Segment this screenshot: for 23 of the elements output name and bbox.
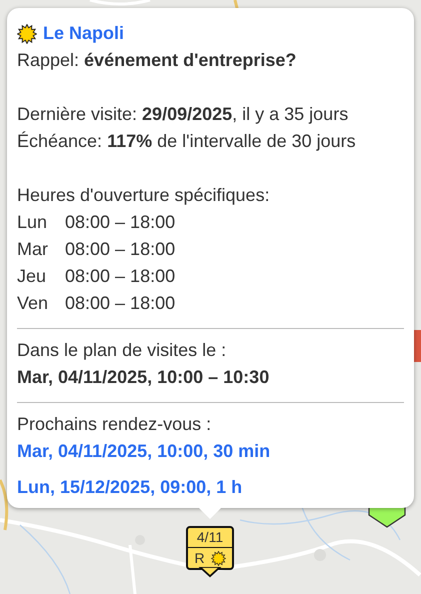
marker-letter: R [194,549,205,568]
hours-range: 08:00 – 18:00 [65,265,176,288]
hours-range: 08:00 – 18:00 [65,292,176,315]
plan-label: Dans le plan de visites le : [17,339,228,362]
sun-icon [17,24,37,44]
place-title[interactable]: Le Napoli [43,20,124,47]
hours-range: 08:00 – 18:00 [65,211,176,234]
marker-date: 4/11 [188,528,232,548]
hours-heading: Heures d'ouverture spécifiques: [17,184,271,207]
day-label: Mar [17,238,49,261]
sun-icon [210,550,226,566]
day-label: Lun [17,211,48,234]
appointments-label: Prochains rendez-vous : [17,413,212,436]
marker-pointer [198,567,222,578]
last-visit-text: Dernière visite: 29/09/2025, il y a 35 jours [17,103,350,126]
appointment-link[interactable]: Lun, 15/12/2025, 09:00, 1 h [17,474,242,501]
day-label: Ven [17,292,50,315]
hours-range: 08:00 – 18:00 [65,238,176,261]
day-label: Jeu [17,265,48,288]
plan-date: Mar, 04/11/2025, 10:00 – 10:30 [17,366,270,389]
reminder-text: Rappel: événement d'entreprise? [17,49,298,72]
due-text: Échéance: 117% de l'intervalle de 30 jours [17,130,357,153]
appointment-link[interactable]: Mar, 04/11/2025, 10:00, 30 min [17,438,270,465]
